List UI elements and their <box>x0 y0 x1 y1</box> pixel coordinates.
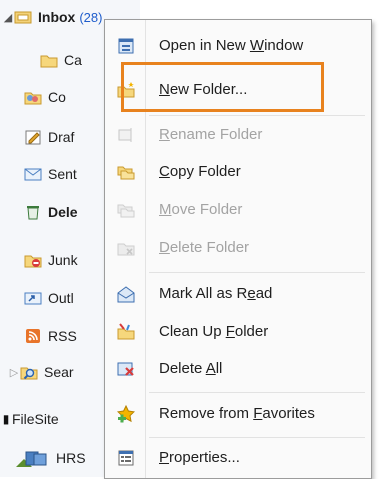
contacts-folder-icon <box>24 92 42 105</box>
folder-label: Outl <box>48 290 74 306</box>
remove-favorites-icon <box>117 405 135 423</box>
folder-label: Dele <box>48 204 78 220</box>
menu-item-properties[interactable]: Properties... <box>105 440 371 476</box>
menu-item-delete-all[interactable]: Delete All <box>105 351 371 387</box>
menu-item-remove-from-favorites[interactable]: Remove from Favorites <box>105 396 371 432</box>
move-folder-icon <box>117 204 135 218</box>
folder-label: HRS <box>56 450 86 466</box>
folder-label: Draf <box>48 129 75 145</box>
folder-label: Sent <box>48 166 77 182</box>
folder-icon <box>40 55 58 68</box>
menu-item-move-folder: Move Folder <box>105 192 371 228</box>
folder-label: Sear <box>44 364 74 380</box>
sent-folder-icon <box>24 168 42 181</box>
junk-folder-icon <box>24 255 42 268</box>
deleted-items-icon <box>27 206 39 220</box>
menu-item-mark-all-as-read[interactable]: Mark All as Read <box>105 276 371 312</box>
menu-item-open-in-new-window[interactable]: Open in New Window <box>105 28 371 64</box>
folder-label: Inbox <box>38 9 76 25</box>
menu-item-clean-up-folder[interactable]: Clean Up Folder <box>105 314 371 350</box>
folder-item-outbox[interactable]: Outl <box>24 283 74 313</box>
clean-up-folder-icon <box>117 323 135 340</box>
folder-item-search[interactable]: ▷ Sear <box>8 357 74 387</box>
folder-label: Co <box>48 89 66 105</box>
highlight-box <box>121 62 324 112</box>
expand-triangle-icon[interactable]: ▷ <box>8 366 20 379</box>
folder-label: RSS <box>48 328 77 344</box>
mark-all-read-icon <box>117 286 135 303</box>
unread-count: (28) <box>79 9 103 25</box>
menu-separator <box>149 392 365 393</box>
folder-item-ca[interactable]: Ca <box>40 45 82 75</box>
folder-item-drafts[interactable]: Draf <box>24 122 74 152</box>
folder-item-junk[interactable]: Junk <box>24 245 78 275</box>
inbox-folder-icon <box>14 11 32 24</box>
rss-folder-icon <box>26 329 40 343</box>
folder-label: FileSite <box>12 411 59 427</box>
drafts-folder-icon <box>25 130 41 145</box>
hrs-store-icon <box>16 451 47 467</box>
collapse-triangle-icon[interactable]: ▮ <box>0 412 12 426</box>
folder-item-co[interactable]: Co <box>24 82 66 112</box>
folder-item-rss[interactable]: RSS <box>24 321 77 351</box>
collapse-triangle-icon[interactable]: ◢ <box>2 11 14 24</box>
menu-item-copy-folder[interactable]: Copy Folder <box>105 154 371 190</box>
folder-label: Ca <box>64 52 82 68</box>
menu-separator <box>149 272 365 273</box>
menu-separator <box>149 115 365 116</box>
outbox-folder-icon <box>24 292 42 305</box>
folder-label: Junk <box>48 252 78 268</box>
search-folder-icon <box>20 367 38 380</box>
menu-item-rename-folder: Rename Folder <box>105 117 371 153</box>
rename-folder-icon <box>118 128 132 142</box>
folder-item-deleted[interactable]: Dele <box>24 197 78 227</box>
delete-folder-icon <box>117 243 135 256</box>
folder-item-inbox[interactable]: ◢ Inbox (28) <box>2 2 103 32</box>
folder-item-hrs[interactable]: HRS <box>16 443 86 473</box>
copy-folder-icon <box>117 166 135 180</box>
delete-all-icon <box>117 362 134 376</box>
menu-separator <box>149 437 365 438</box>
folder-item-sent[interactable]: Sent <box>24 159 77 189</box>
menu-item-delete-folder: Delete Folder <box>105 230 371 266</box>
folder-item-filesite[interactable]: ▮ FileSite <box>0 404 59 434</box>
properties-icon <box>118 450 134 466</box>
open-new-window-icon <box>118 38 134 54</box>
